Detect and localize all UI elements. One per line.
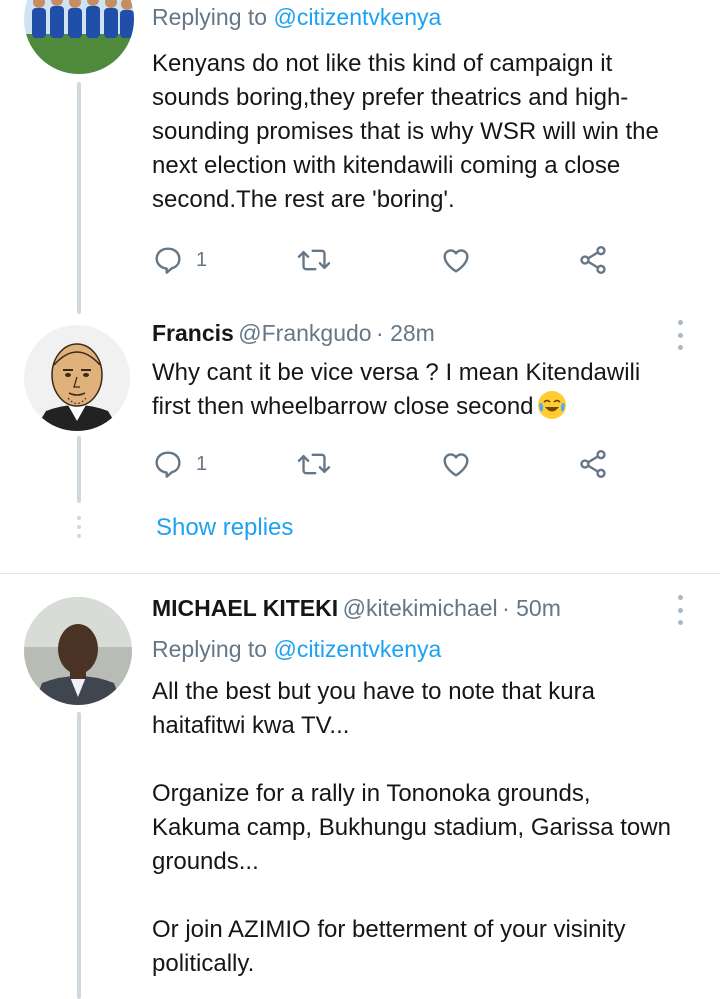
replying-to-line: Replying to @citizentvkenya	[152, 4, 441, 31]
tweet-header: MICHAEL KITEKI @kitekimichael · 50m	[152, 595, 561, 622]
retweet-button[interactable]	[297, 240, 331, 280]
tweet-header: Francis @Frankgudo · 28m	[152, 320, 435, 347]
user-handle[interactable]: @Frankgudo	[238, 320, 371, 346]
share-icon	[577, 244, 609, 276]
thread-line	[77, 436, 81, 503]
reply-count: 1	[196, 452, 208, 475]
tweet-thread: Replying to @citizentvkenya Kenyans do n…	[0, 0, 720, 999]
tweet-text-content: Why cant it be vice versa ? I mean Kiten…	[152, 359, 641, 420]
thread-line	[77, 82, 81, 314]
like-icon	[440, 448, 472, 480]
avatar-team-photo[interactable]	[24, 0, 134, 74]
reply-icon	[152, 244, 184, 276]
tweet-actions: 1	[152, 240, 622, 280]
reply-count: 1	[196, 248, 208, 271]
replying-label: Replying to	[152, 636, 268, 662]
show-replies-link[interactable]: Show replies	[156, 514, 293, 542]
tweet-text: All the best but you have to note that k…	[152, 678, 671, 977]
tweet-text: Why cant it be vice versa ? I mean Kiten…	[152, 356, 712, 424]
reply-button[interactable]: 1	[152, 240, 207, 280]
more-options-icon[interactable]	[677, 320, 683, 350]
share-button[interactable]	[577, 240, 609, 280]
like-button[interactable]	[440, 444, 472, 484]
share-button[interactable]	[577, 444, 609, 484]
replying-to-line: Replying to @citizentvkenya	[152, 636, 441, 663]
tweet-time[interactable]: · 28m	[376, 320, 435, 346]
replying-label: Replying to	[152, 4, 268, 30]
like-icon	[440, 244, 472, 276]
replying-mention-link[interactable]: @citizentvkenya	[273, 636, 441, 662]
retweet-button[interactable]	[297, 444, 331, 484]
user-handle[interactable]: @kitekimichael	[343, 595, 498, 621]
tears-of-joy-emoji-icon	[537, 391, 566, 419]
more-options-icon[interactable]	[677, 595, 683, 625]
reply-button[interactable]: 1	[152, 444, 207, 484]
share-icon	[577, 448, 609, 480]
retweet-icon	[297, 448, 331, 480]
avatar-michael-kiteki[interactable]	[24, 597, 132, 705]
tweet-actions: 1	[152, 444, 622, 484]
tweet-text: Kenyans do not like this kind of campaig…	[152, 50, 659, 213]
display-name[interactable]: Francis	[152, 320, 234, 346]
thread-continuation-dots	[76, 516, 82, 538]
reply-icon	[152, 448, 184, 480]
replying-mention-link[interactable]: @citizentvkenya	[273, 4, 441, 30]
tweet-time[interactable]: · 50m	[502, 595, 561, 621]
like-button[interactable]	[440, 240, 472, 280]
avatar-francis[interactable]	[24, 325, 130, 431]
display-name[interactable]: MICHAEL KITEKI	[152, 595, 338, 621]
retweet-icon	[297, 244, 331, 276]
thread-line	[77, 712, 81, 999]
tweet-divider	[0, 573, 720, 574]
